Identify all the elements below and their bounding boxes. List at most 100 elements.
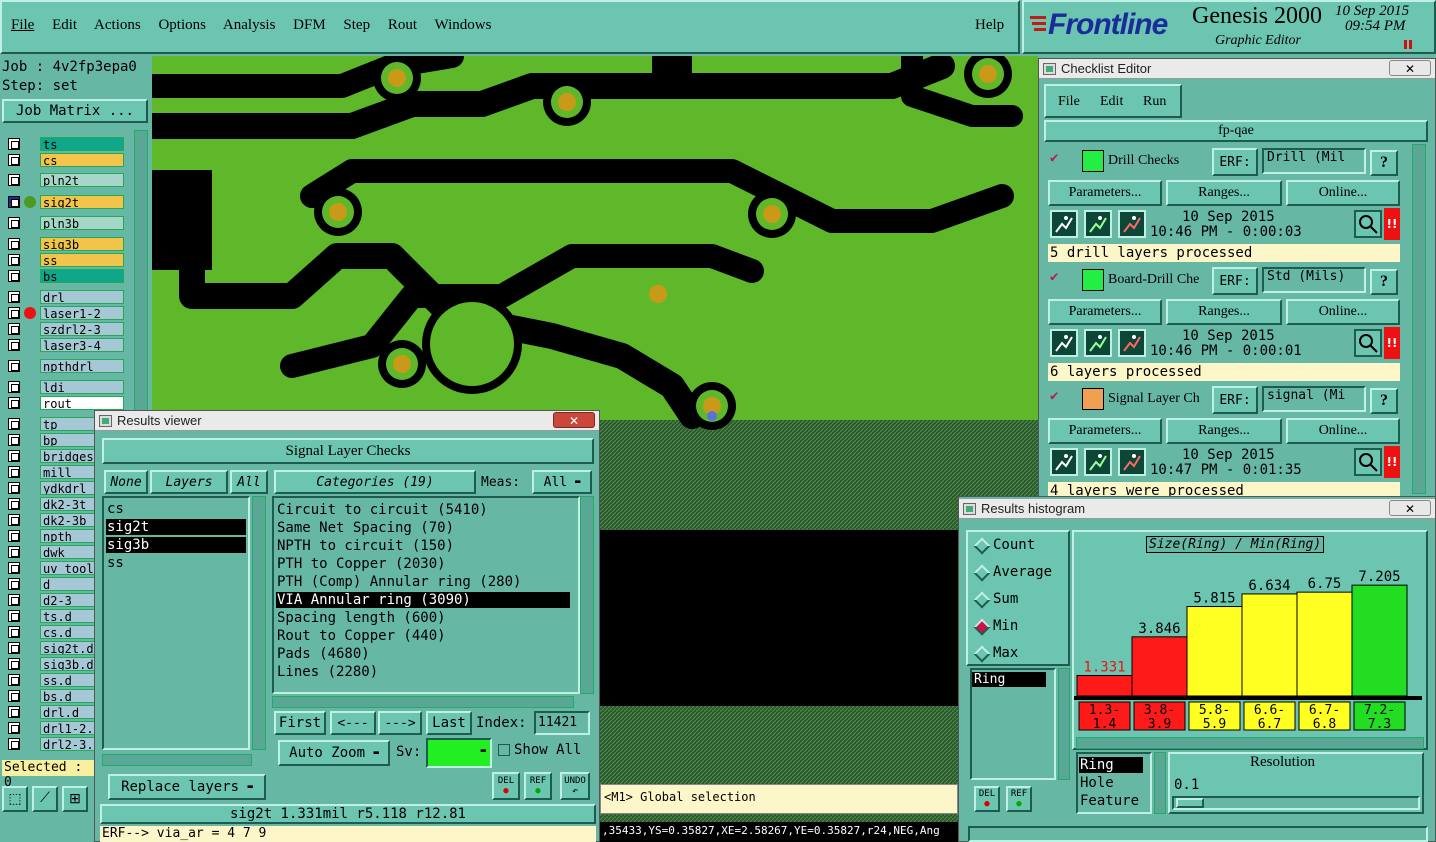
- run-check-red-icon[interactable]: [1118, 210, 1146, 238]
- layer-marker[interactable]: [24, 738, 36, 750]
- zoom-results-icon[interactable]: [1354, 210, 1382, 238]
- layer-marker[interactable]: [24, 658, 36, 670]
- run-check-icon[interactable]: [1050, 329, 1078, 357]
- layer-marker[interactable]: [24, 434, 36, 446]
- layer-marker[interactable]: [24, 706, 36, 718]
- result-layer-item[interactable]: cs: [106, 501, 246, 517]
- option-label[interactable]: Max: [993, 645, 1018, 661]
- measure-list-scroll[interactable]: [1058, 668, 1070, 780]
- histogram-field-item[interactable]: Feature: [1079, 793, 1143, 809]
- layer-marker[interactable]: [24, 562, 36, 574]
- histogram-bar[interactable]: [1131, 636, 1188, 697]
- option-label[interactable]: Min: [993, 618, 1018, 634]
- category-item[interactable]: PTH (Comp) Annular ring (280): [276, 574, 570, 590]
- menu-step[interactable]: Step: [343, 17, 370, 33]
- sv-color-select[interactable]: ▬: [426, 738, 492, 768]
- zoom-results-icon[interactable]: [1354, 329, 1382, 357]
- layer-marker[interactable]: [24, 578, 36, 590]
- layer-name[interactable]: laser3-4: [40, 338, 124, 352]
- layer-checkbox[interactable]: [8, 323, 20, 335]
- layer-row[interactable]: laser1-2: [6, 306, 124, 320]
- category-item[interactable]: Pads (4680): [276, 646, 570, 662]
- option-label[interactable]: Average: [993, 564, 1052, 580]
- prev-button[interactable]: <---: [330, 711, 376, 735]
- menu-dfm[interactable]: DFM: [293, 17, 326, 33]
- layer-marker[interactable]: [24, 254, 36, 266]
- zoom-area-button[interactable]: ⬚: [2, 786, 28, 812]
- category-item[interactable]: Circuit to circuit (5410): [276, 502, 570, 518]
- layer-marker[interactable]: [24, 498, 36, 510]
- layer-marker[interactable]: [24, 154, 36, 166]
- layer-marker[interactable]: [24, 381, 36, 393]
- layer-name[interactable]: drl: [40, 290, 124, 304]
- layer-checkbox[interactable]: [8, 418, 20, 430]
- layer-marker[interactable]: [24, 217, 36, 229]
- histogram-ref-button[interactable]: REF ●: [1006, 786, 1032, 812]
- layer-row[interactable]: bs: [6, 269, 124, 283]
- erf-value[interactable]: signal (Mi: [1262, 386, 1366, 412]
- ranges-button[interactable]: Ranges...: [1166, 180, 1282, 206]
- layer-checkbox[interactable]: [8, 339, 20, 351]
- checklist-scrollbar[interactable]: [1412, 144, 1426, 494]
- pause-icon[interactable]: [1403, 39, 1413, 49]
- layer-checkbox[interactable]: [8, 722, 20, 734]
- slider-thumb[interactable]: [1176, 798, 1204, 808]
- menu-rout[interactable]: Rout: [388, 17, 417, 33]
- online-button[interactable]: Online...: [1286, 180, 1400, 206]
- layer-checkbox[interactable]: [8, 238, 20, 250]
- layer-row[interactable]: ldi: [6, 380, 124, 394]
- layer-checkbox[interactable]: [8, 307, 20, 319]
- layer-checkbox[interactable]: [8, 690, 20, 702]
- checklist-menu-run[interactable]: Run: [1143, 94, 1166, 110]
- layer-checkbox[interactable]: [8, 138, 20, 150]
- layer-checkbox[interactable]: [8, 196, 20, 208]
- resolution-slider[interactable]: [1172, 796, 1420, 810]
- category-item[interactable]: NPTH to circuit (150): [276, 538, 570, 554]
- grid-button[interactable]: ⊞: [62, 786, 88, 812]
- results-undo-button[interactable]: UNDO ↶: [560, 772, 590, 800]
- erf-button[interactable]: ERF:: [1212, 148, 1258, 176]
- layer-checkbox[interactable]: [8, 174, 20, 186]
- auto-zoom-select[interactable]: Auto Zoom ▬: [278, 740, 390, 766]
- menu-windows[interactable]: Windows: [435, 17, 492, 33]
- layer-marker[interactable]: [24, 546, 36, 558]
- menu-help[interactable]: Help: [975, 17, 1004, 34]
- alert-badge[interactable]: !!: [1384, 208, 1400, 240]
- run-check-icon[interactable]: [1050, 448, 1078, 476]
- histogram-field-scroll[interactable]: [1154, 752, 1166, 814]
- layer-checkbox[interactable]: [8, 610, 20, 622]
- checklist-menu-file[interactable]: File: [1058, 94, 1080, 110]
- result-layer-item[interactable]: ss: [106, 555, 246, 571]
- next-button[interactable]: --->: [378, 711, 422, 735]
- layer-name[interactable]: sig3b: [40, 237, 124, 251]
- category-item[interactable]: Same Net Spacing (70): [276, 520, 570, 536]
- layer-checkbox[interactable]: [8, 530, 20, 542]
- layer-name[interactable]: szdrl2-3: [40, 322, 124, 336]
- erf-value[interactable]: Drill (Mil: [1262, 148, 1366, 174]
- layer-checkbox[interactable]: [8, 658, 20, 670]
- layer-name[interactable]: bs: [40, 269, 124, 283]
- layer-row[interactable]: sig2t: [6, 195, 124, 209]
- layer-checkbox[interactable]: [8, 498, 20, 510]
- layer-checkbox[interactable]: [8, 626, 20, 638]
- layer-name[interactable]: pln3b: [40, 216, 124, 230]
- histogram-close-button[interactable]: ✕: [1389, 500, 1431, 516]
- layer-marker[interactable]: [24, 642, 36, 654]
- layer-checkbox[interactable]: [8, 642, 20, 654]
- category-item[interactable]: VIA Annular ring (3090): [276, 592, 570, 608]
- layer-row[interactable]: ts: [6, 137, 124, 151]
- layer-marker[interactable]: [24, 138, 36, 150]
- layer-checkbox[interactable]: [8, 546, 20, 558]
- histogram-hscroll[interactable]: [1076, 737, 1424, 749]
- menu-options[interactable]: Options: [158, 17, 206, 33]
- layer-row[interactable]: drl: [6, 290, 124, 304]
- layer-marker[interactable]: [24, 307, 36, 319]
- layer-name[interactable]: pln2t: [40, 173, 124, 187]
- zoom-results-icon[interactable]: [1354, 448, 1382, 476]
- layer-marker[interactable]: [24, 196, 36, 208]
- check-enabled-icon[interactable]: ✔: [1050, 150, 1058, 166]
- index-input[interactable]: 11421: [534, 711, 590, 735]
- erf-button[interactable]: ERF:: [1212, 267, 1258, 295]
- alert-badge[interactable]: !!: [1384, 327, 1400, 359]
- layer-row[interactable]: cs: [6, 153, 124, 167]
